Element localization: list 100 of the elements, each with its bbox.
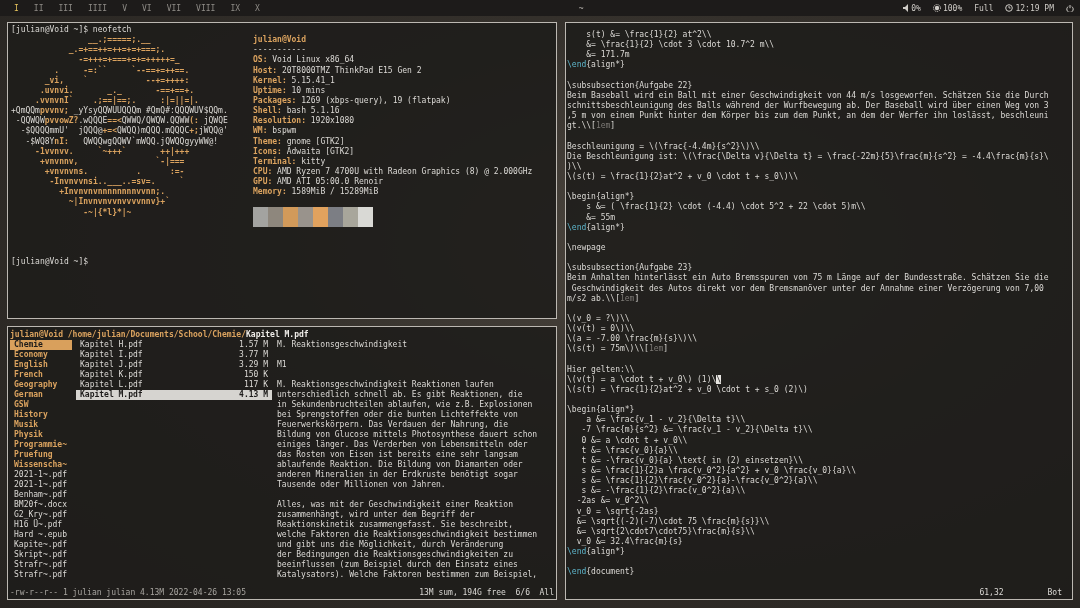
folder-item[interactable]: Chemie bbox=[10, 340, 72, 351]
workspace-tab[interactable]: V bbox=[122, 3, 127, 13]
system-info-line: Memory: 1589MiB / 15289MiB bbox=[253, 187, 379, 198]
file-row[interactable]: Kapitel I.pdf 3.77 M bbox=[76, 350, 272, 361]
folder-item[interactable]: German bbox=[10, 390, 72, 401]
preview-line: einiges länger. Das Verderben von Lebensmitteln oder bbox=[277, 440, 528, 450]
system-info-line: GPU: AMD ATI 05:00.0 Renoir bbox=[253, 177, 384, 187]
workspace-tab[interactable]: VI bbox=[142, 3, 152, 13]
file-info: -rw-r--r-- 1 julian julian 4.13M 2022-04-26 13:05 bbox=[10, 587, 246, 598]
file-item[interactable]: 2021-1~.pdf bbox=[10, 480, 72, 491]
code-line: \(v(t) = 0\)\\ bbox=[567, 324, 635, 334]
code-line: v_0 = \sqrt{-2as} bbox=[575, 506, 659, 517]
preview-line: ablaufende Reaktion. Die Bildung von Diamanten oder bbox=[277, 460, 523, 470]
preview-line: M1 bbox=[277, 360, 287, 371]
file-row[interactable]: Kapitel L.pdf 117 K bbox=[76, 380, 272, 391]
file-item[interactable]: Strafr~.pdf bbox=[10, 560, 72, 571]
user-host: julian@Void bbox=[253, 35, 306, 46]
folder-item[interactable]: Physik bbox=[10, 430, 72, 441]
clock-icon bbox=[1005, 4, 1014, 12]
folder-item[interactable]: Geography bbox=[10, 380, 72, 391]
system-info-line: CPU: AMD Ryzen 7 4700U with Radeon Graphics (8) @ 2.000GHz bbox=[253, 166, 533, 177]
code-line: Beim Anhalten hinterlässt ein Auto Bremsspuren von 75 m Länge auf der Bundesstraße. Schätzen Sie die bbox=[567, 273, 1049, 284]
cursor-position: 61,32 bbox=[979, 587, 1004, 598]
file-item[interactable]: Benham~.pdf bbox=[10, 490, 72, 501]
file-row[interactable]: Kapitel H.pdf 1.57 M bbox=[76, 340, 272, 351]
folder-item[interactable]: Economy bbox=[10, 350, 72, 361]
code-line: Beim Baseball wird ein Ball mit einer Geschwindigkeit von 44 m/s losgeworfen. Schätzen Sie die Durch bbox=[567, 90, 1049, 101]
folder-item[interactable]: Wissenscha~ bbox=[10, 460, 72, 471]
directory-path: /home/julian/Documents/School/Chemie/ bbox=[67, 330, 246, 340]
folder-item[interactable]: Pruefung bbox=[10, 450, 72, 461]
power-icon bbox=[1066, 4, 1074, 12]
preview-line: anderen Mineralien in der Erdkruste benötigt sogar bbox=[277, 470, 518, 480]
code-line: Geschwindigkeit des Autos direkt vor dem Bremsmanöver unter der Annahme einer Verzögerung von 7,00 bbox=[570, 283, 1044, 294]
preview-line: bei Sprengstoffen oder die bunten Lichteffekte von bbox=[277, 410, 518, 420]
brightness-level: 100% bbox=[942, 3, 963, 13]
system-info-line: Uptime: 10 mins bbox=[253, 85, 326, 96]
system-info-line: Packages: 1269 (xbps-query), 19 (flatpak) bbox=[253, 96, 451, 106]
scroll-position: All bbox=[539, 587, 554, 598]
folder-item[interactable]: GSW bbox=[10, 400, 72, 411]
code-line: v_0 &= 32.4\frac{m}{s} bbox=[575, 537, 683, 547]
code-line: t &= -\frac{v_0}{a} \text{ in (2) einsetzen}\\ bbox=[580, 455, 803, 466]
code-line: \end{align*} bbox=[567, 547, 625, 558]
code-line: 0 &= a \cdot t + v_0\\ bbox=[580, 435, 688, 446]
system-info-line: Theme: gnome [GTK2] bbox=[253, 136, 345, 147]
folder-item[interactable]: French bbox=[10, 370, 72, 381]
shell-prompt: [julian@Void ~]$ bbox=[11, 25, 89, 36]
file-row[interactable]: Kapitel K.pdf 150 K bbox=[76, 370, 272, 381]
code-line: a &= \frac{v_1 - v_2}{\Delta t}\\ bbox=[586, 415, 746, 426]
code-line: \subsubsection{Aufgabe 23} bbox=[567, 263, 693, 273]
code-line: Die Beschleunigung ist: \(\frac{\Delta v}{\Delta t} = \frac{-22m}{5}\frac{m}{s^2} = -4.4\frac{m}{s}\ bbox=[567, 151, 1049, 162]
workspace-tab[interactable]: IX bbox=[230, 3, 240, 13]
file-item[interactable]: Hard ~.epub bbox=[10, 530, 72, 541]
workspace-tab[interactable]: II bbox=[33, 3, 44, 13]
file-row[interactable]: Kapitel M.pdf 4.13 M bbox=[76, 390, 272, 401]
code-line: &= \frac{1}{2} \cdot 3 \cdot 10.7^2 m\\ bbox=[585, 40, 775, 50]
file-item[interactable]: Kapite~.pdf bbox=[10, 540, 72, 551]
preview-line: das Rosten von Eisen ist bereits eine sehr langsam bbox=[277, 450, 518, 460]
folder-item[interactable]: History bbox=[10, 410, 72, 421]
folder-item[interactable]: English bbox=[10, 360, 72, 371]
preview-line: M. Reaktionsgeschwindigkeit bbox=[277, 340, 408, 351]
file-item[interactable]: Skript~.pdf bbox=[10, 550, 72, 561]
ascii-art: __.;=====;.__ _.=+==++=++=+=+===;. -=+++=+===+=+=+++++=_ . -=:`` `--==+=++==. _vi, ` --+=++++: .uvnvi. _._ -==+==+. .vvnvnI` .;==|==;. :|=||=|. +QmQQmpvvnv; _yYsyQQWUUQQQm #QmQ#:QQQWUV$QQm. -QQWQWpvvowZ?.wQQQE==<QWWQ/QWQW.QQWW(: jQWQE -$QQQQmmU' jQQQ@+=<QWQQ)mQQQ.mQQQC+;jWQQ@' -$WQ8YnI: QWQQwgQQWV`mWQQ.jQWQQgyyWW@! -1vvnvv. `~+++` ++|+++ +vnvnnv, `-|=== +vnvnvns. . :=- -Invnvvnsi..___..=sv=. ` +Invnvnvnnnnnnnnvvnn;. ~|Invnvnvvnvvvvnnv}+` -~|{*l}*|~ bbox=[11, 35, 229, 219]
volume-level: 0% bbox=[911, 3, 921, 13]
file-item[interactable]: Strafr~.pdf bbox=[10, 570, 72, 581]
workspace-tab[interactable]: VIII bbox=[196, 3, 216, 13]
preview-line: der Bedingungen die Reaktionsgeschwindigkeiten zu bbox=[277, 550, 513, 560]
code-line: &= \sqrt{(-2)(-7)\cdot 75 \frac{m}{s}}\\ bbox=[575, 516, 770, 527]
user-host: julian@Void bbox=[10, 330, 63, 340]
file-item[interactable]: H16 Ü~.pdf bbox=[10, 520, 72, 531]
folder-item[interactable]: Programmie~ bbox=[10, 440, 72, 451]
window-title: ~ bbox=[578, 3, 584, 13]
workspace-tab[interactable]: I bbox=[14, 3, 19, 13]
code-line: Hier gelten:\\ bbox=[567, 364, 635, 375]
code-line: \(s(t) = \frac{1}{2}at^2 + v_0 \cdot t + s_0\)\\ bbox=[567, 171, 799, 183]
code-line: s &= ( \frac{1}{2} \cdot (-4.4) \cdot 5^2 + 22 \cdot 5)m\\ bbox=[585, 202, 866, 213]
preview-line: unterschiedlich schnell ab. Es gibt Reaktionen, die bbox=[277, 390, 523, 400]
code-line: \newpage bbox=[567, 242, 606, 254]
preview-line: welche Faktoren die Reaktionsgeschwindigkeit bestimmen bbox=[277, 530, 538, 540]
workspace-tab[interactable]: IIII bbox=[87, 3, 108, 13]
code-line: \(v(t) = a \cdot t + v_0\) (1)\\ bbox=[567, 374, 722, 385]
code-line: \begin{align*} bbox=[567, 192, 635, 202]
file-row[interactable]: Kapitel J.pdf 3.29 M bbox=[76, 360, 272, 371]
workspace-tab[interactable]: X bbox=[255, 3, 260, 13]
preview-line: in Sekundenbruchteilen ablaufen, wie z.B. Explosionen bbox=[277, 400, 533, 410]
code-line: -2as &= v_0^2\\ bbox=[575, 496, 649, 507]
code-line: s &= \frac{1}{2}\frac{v_0^2}{a}-\frac{v_0^2}{a}\\ bbox=[580, 476, 818, 487]
system-info-line: WM: bspwm bbox=[253, 126, 297, 137]
system-info-line: Kernel: 5.15.41_1 bbox=[253, 75, 335, 85]
preview-line: Feuerwerkskörpern. Das Verdauen der Nahrung, die bbox=[277, 420, 509, 430]
workspace-tab[interactable]: VII bbox=[166, 3, 182, 13]
code-line: Beschleunigung = \(\frac{-4.4m}{s^2}\)\\ bbox=[567, 141, 760, 152]
file-item[interactable]: BM20f~.docx bbox=[10, 500, 72, 511]
folder-item[interactable]: Musik bbox=[10, 420, 72, 431]
system-info-line: Terminal: kitty bbox=[253, 156, 326, 167]
workspace-tab[interactable]: III bbox=[58, 3, 73, 13]
system-info-line: Icons: Adwaita [GTK2] bbox=[253, 146, 355, 156]
code-line: &= 171.7m bbox=[585, 50, 630, 60]
file-item[interactable]: 2021-1~.pdf bbox=[10, 470, 72, 481]
code-line: \(v_0 = ?\)\\ bbox=[567, 313, 630, 324]
code-line: \subsubsection{Aufgabe 22} bbox=[567, 80, 693, 91]
